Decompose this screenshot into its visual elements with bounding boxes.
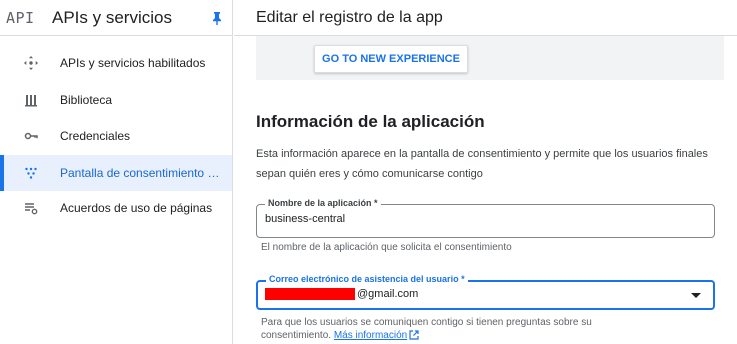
external-link-icon (409, 330, 419, 344)
page-title: Editar el registro de la app (234, 0, 737, 36)
support-email-value: @gmail.com (265, 288, 418, 300)
app-name-label: Nombre de la aplicación * (265, 198, 381, 208)
sidebar-item-credenciales[interactable]: Credenciales (0, 118, 232, 154)
support-email-select[interactable]: Correo electrónico de asistencia del usu… (256, 274, 715, 310)
sidebar-item-label: Credenciales (60, 129, 131, 143)
sidebar-item-apis-habilitados[interactable]: APIs y servicios habilitados (0, 45, 232, 81)
sidebar-item-label: Pantalla de consentimiento de OAuth (60, 166, 222, 180)
support-email-hint-text: Para que los usuarios se comuniquen cont… (261, 317, 592, 341)
app-name-field[interactable]: Nombre de la aplicación * business-centr… (256, 198, 715, 238)
redaction-mark (265, 288, 355, 300)
api-logo: API (6, 8, 35, 27)
sidebar-item-biblioteca[interactable]: Biblioteca (0, 82, 232, 118)
go-to-new-experience-button[interactable]: GO TO NEW EXPERIENCE (314, 45, 468, 73)
app-name-hint: El nombre de la aplicación que solicita … (261, 242, 512, 253)
pin-icon[interactable] (202, 11, 232, 25)
library-icon (0, 93, 60, 107)
more-info-link[interactable]: Más información (334, 330, 407, 341)
section-description: Esta información aparece en la pantalla … (256, 148, 708, 180)
support-email-label: Correo electrónico de asistencia del usu… (266, 274, 468, 284)
sidebar-item-pantalla-consentimiento[interactable]: Pantalla de consentimiento de OAuth (0, 155, 232, 191)
sidebar-header: API APIs y servicios (0, 0, 232, 36)
key-icon (0, 129, 60, 143)
sidebar: API APIs y servicios APIs y servicios ha… (0, 0, 233, 344)
consent-icon (0, 166, 60, 180)
app-name-value: business-central (265, 213, 346, 225)
apis-icon (0, 56, 60, 70)
new-experience-banner: GO TO NEW EXPERIENCE (256, 36, 724, 80)
dropdown-arrow-icon[interactable] (691, 293, 701, 298)
sidebar-item-label: APIs y servicios habilitados (60, 56, 206, 70)
sidebar-item-label: Biblioteca (60, 93, 113, 107)
support-email-hint: Para que los usuarios se comuniquen cont… (261, 316, 661, 344)
sidebar-item-acuerdos[interactable]: Acuerdos de uso de páginas (0, 190, 232, 226)
main-content: Editar el registro de la app GO TO NEW E… (234, 0, 737, 344)
support-email-suffix: @gmail.com (357, 288, 419, 300)
sidebar-title: APIs y servicios (52, 7, 172, 27)
agreements-icon (0, 201, 60, 215)
sidebar-item-label: Acuerdos de uso de páginas (60, 201, 213, 215)
section-title: Información de la aplicación (256, 112, 485, 131)
